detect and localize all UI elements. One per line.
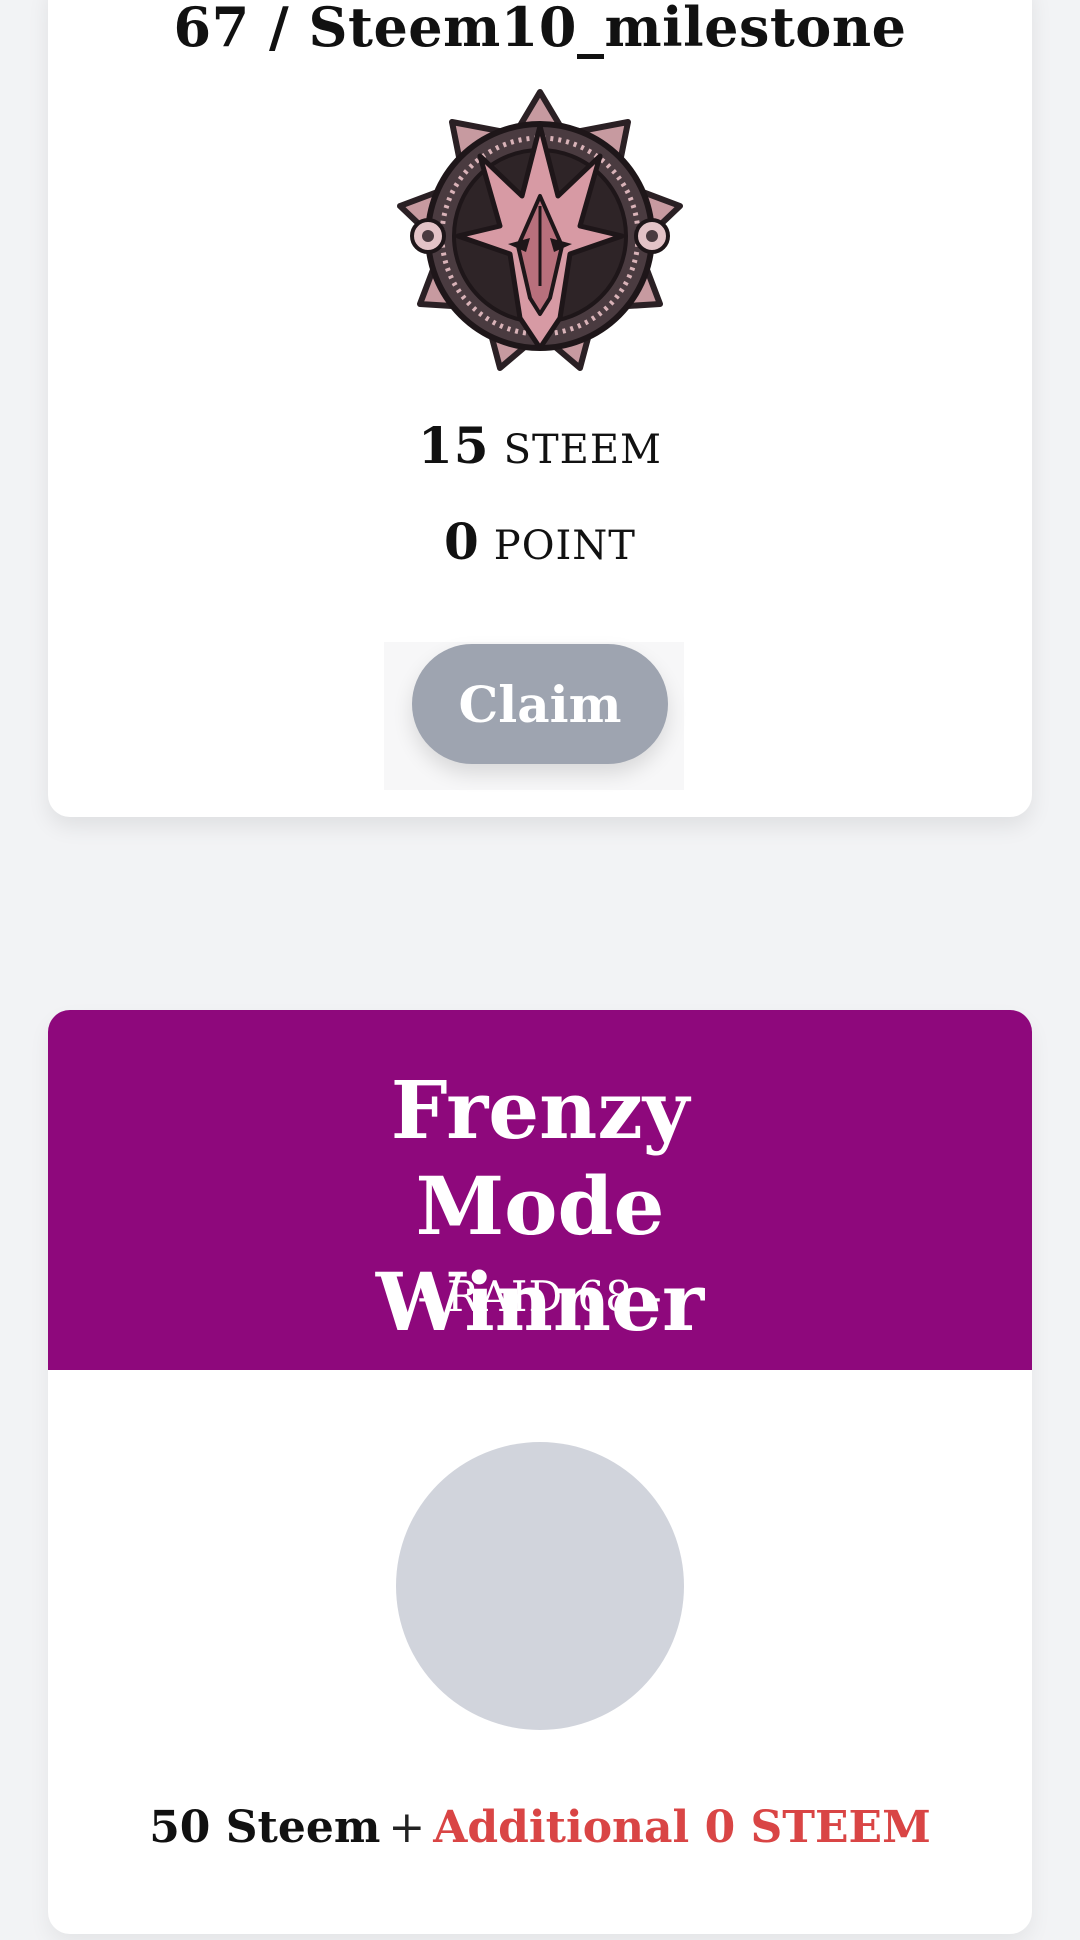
claim-button[interactable]: Claim: [412, 644, 668, 764]
prize-base: 50 Steem: [149, 1802, 381, 1853]
prize-plus: +: [388, 1802, 426, 1853]
milestone-title: 67 / Steem10_milestone: [173, 0, 907, 59]
raid-subtitle: - RAID 68 -: [417, 1272, 663, 1321]
reward-steem-unit: STEEM: [503, 427, 663, 473]
frenzy-header: Frenzy Mode Winner - RAID 68 -: [48, 1010, 1032, 1370]
winner-avatar: [396, 1442, 684, 1730]
dragon-emblem-icon: [397, 89, 683, 371]
prize-additional: Additional 0 STEEM: [433, 1802, 931, 1853]
prize-line: 50 Steem + Additional 0 STEEM: [48, 1802, 1032, 1855]
reward-point-unit: POINT: [493, 523, 636, 569]
reward-point-value: 0: [444, 512, 480, 571]
reward-steem: 15 STEEM: [48, 416, 1032, 475]
reward-steem-value: 15: [417, 416, 490, 475]
frenzy-winner-card: Frenzy Mode Winner - RAID 68 - 50 Steem +…: [48, 1010, 1032, 1934]
reward-point: 0 POINT: [48, 512, 1032, 571]
